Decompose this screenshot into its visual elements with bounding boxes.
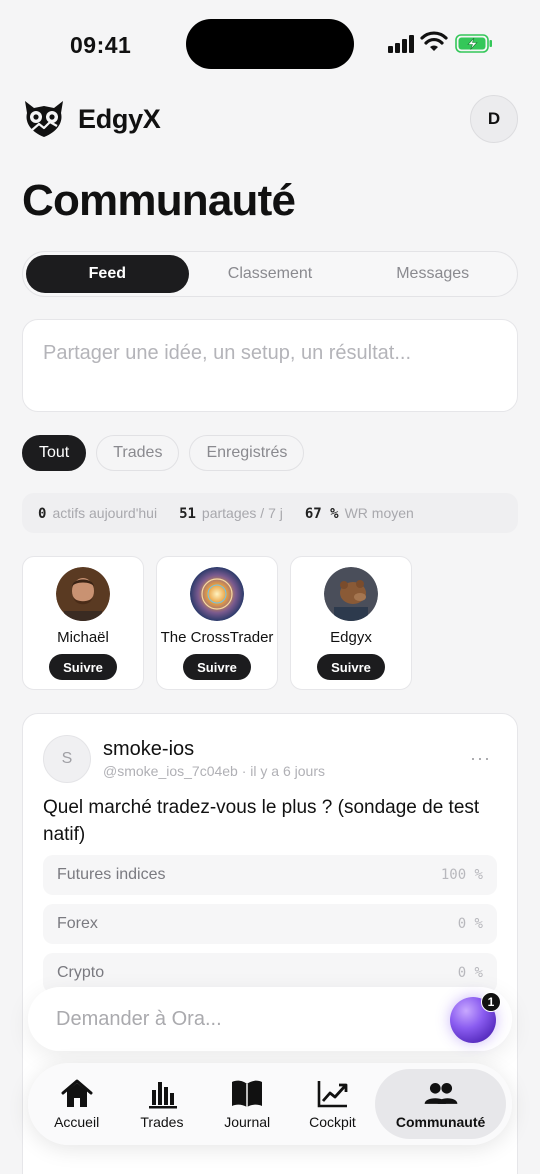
post-username[interactable]: smoke-ios — [103, 738, 194, 761]
post-avatar[interactable]: S — [43, 735, 91, 783]
stat-value: 51 — [179, 505, 196, 522]
stat-active-today: 0 actifs aujourd'hui — [38, 505, 157, 522]
bar-chart-icon — [148, 1082, 177, 1109]
trader-name: The CrossTrader — [160, 629, 274, 646]
poll-option-label: Forex — [57, 915, 98, 932]
follow-button[interactable]: Suivre — [317, 654, 385, 680]
post-composer-input[interactable]: Partager une idée, un setup, un résultat… — [22, 319, 518, 412]
bottom-tab-bar: Accueil Trades Journal Cockpit Communaut… — [28, 1063, 512, 1145]
suggested-traders: Michaël Suivre The CrossTrader Suivre Ed… — [22, 556, 412, 690]
tab-classement[interactable]: Classement — [189, 255, 352, 293]
tab-cockpit[interactable]: Cockpit — [290, 1069, 375, 1139]
tab-label: Accueil — [54, 1114, 100, 1130]
dynamic-island — [186, 19, 354, 69]
stat-label: actifs aujourd'hui — [52, 504, 158, 521]
notification-badge: 1 — [481, 992, 501, 1012]
trader-avatar — [190, 567, 244, 621]
filter-enregistres[interactable]: Enregistrés — [189, 435, 305, 471]
stat-value: 0 — [38, 505, 47, 522]
trader-card[interactable]: Edgyx Suivre — [290, 556, 412, 690]
poll-question: Quel marché tradez-vous le plus ? (sonda… — [43, 797, 480, 845]
tab-messages[interactable]: Messages — [351, 255, 514, 293]
cellular-signal-icon — [388, 35, 414, 53]
brand[interactable]: EdgyX — [22, 96, 161, 142]
poll-option[interactable]: Futures indices 100 % — [43, 855, 497, 895]
trader-avatar — [56, 567, 110, 621]
wifi-icon — [420, 31, 448, 51]
brand-name: EdgyX — [78, 103, 161, 134]
poll-option[interactable]: Forex 0 % — [43, 904, 497, 944]
status-bar: 09:41 — [0, 0, 540, 90]
poll-option-percent: 100 % — [440, 867, 483, 883]
post-meta: @smoke_ios_7c04eb · il y a 6 jours — [103, 763, 325, 779]
community-tabs: Feed Classement Messages — [22, 251, 518, 297]
poll-option-label: Crypto — [57, 964, 105, 981]
profile-avatar-button[interactable]: D — [470, 95, 518, 143]
trader-card[interactable]: The CrossTrader Suivre — [156, 556, 278, 690]
tab-journal[interactable]: Journal — [205, 1069, 290, 1139]
feed-filters: Tout Trades Enregistrés — [22, 435, 305, 471]
tab-communaute[interactable]: Communauté — [375, 1069, 507, 1139]
tab-label: Communauté — [395, 1114, 486, 1130]
tab-label: Trades — [140, 1114, 184, 1130]
book-icon — [232, 1080, 263, 1107]
poll-option-percent: 0 % — [457, 916, 483, 932]
trend-icon — [318, 1081, 348, 1108]
battery-charging-icon — [455, 34, 492, 53]
tab-feed[interactable]: Feed — [26, 255, 189, 293]
trader-name: Michaël — [57, 629, 109, 646]
trader-card[interactable]: Michaël Suivre — [22, 556, 144, 690]
owl-logo-icon — [25, 101, 63, 137]
ask-ora-input[interactable]: Demander à Ora... — [28, 987, 512, 1051]
tab-accueil[interactable]: Accueil — [34, 1069, 119, 1139]
tab-label: Cockpit — [309, 1114, 356, 1130]
follow-button[interactable]: Suivre — [183, 654, 251, 680]
more-options-icon[interactable]: ··· — [470, 748, 491, 769]
tab-trades[interactable]: Trades — [119, 1069, 204, 1139]
filter-tout[interactable]: Tout — [22, 435, 87, 471]
stat-win-rate: 67 % WR moyen — [305, 505, 414, 522]
stat-label: WR moyen — [344, 504, 414, 521]
page-title: Communauté — [22, 176, 296, 225]
users-icon — [424, 1082, 457, 1104]
community-stats: 0 actifs aujourd'hui 51 partages / 7 j 67 … — [22, 493, 518, 533]
status-time: 09:41 — [70, 32, 132, 58]
poll-option-label: Futures indices — [57, 866, 166, 883]
filter-trades[interactable]: Trades — [96, 435, 180, 471]
stat-shares-week: 51 partages / 7 j — [179, 505, 283, 522]
trader-name: Edgyx — [330, 629, 372, 646]
follow-button[interactable]: Suivre — [49, 654, 117, 680]
stat-label: partages / 7 j — [201, 504, 283, 521]
home-icon — [61, 1079, 93, 1107]
trader-avatar — [324, 567, 378, 621]
poll-option-percent: 0 % — [457, 965, 483, 981]
stat-value: 67 % — [304, 505, 339, 522]
tab-label: Journal — [224, 1114, 271, 1130]
